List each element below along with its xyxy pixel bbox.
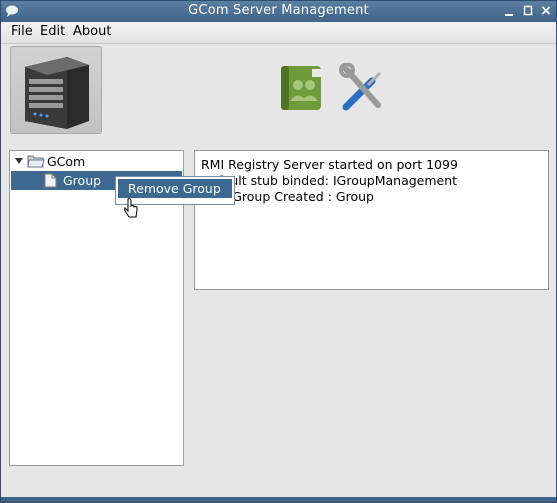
mouse-cursor-icon: [124, 198, 138, 218]
log-line: Default stub binded: IGroupManagement: [201, 173, 458, 188]
folder-open-icon: [27, 155, 45, 168]
title-bar[interactable]: GCom Server Management: [1, 1, 556, 22]
tree-expand-icon[interactable]: [14, 156, 24, 166]
menu-about[interactable]: About: [73, 24, 111, 39]
file-icon: [44, 173, 57, 188]
server-button[interactable]: [10, 46, 102, 134]
window-title: GCom Server Management: [188, 3, 369, 18]
log-output: RMI Registry Server started on port 1099…: [194, 150, 549, 290]
tree-item-label: Group: [63, 173, 102, 188]
group-management-button[interactable]: [278, 63, 328, 113]
tree-root-label[interactable]: GCom: [47, 154, 85, 169]
menu-edit[interactable]: Edit: [40, 24, 65, 39]
minimize-button[interactable]: [502, 3, 516, 19]
close-icon: [541, 6, 551, 15]
remove-group-menu-item[interactable]: Remove Group: [118, 179, 232, 198]
minimize-icon: [505, 14, 513, 16]
menu-file[interactable]: File: [11, 24, 33, 39]
server-tower-icon: [25, 57, 89, 129]
maximize-button[interactable]: [521, 3, 535, 19]
wrench-screwdriver-icon: [339, 62, 382, 111]
log-line: RMI Registry Server started on port 1099: [201, 157, 458, 172]
application-window: GCom Server Management File Edit About G…: [0, 0, 557, 503]
menu-bar: File Edit About: [1, 22, 556, 44]
maximize-icon: [523, 5, 533, 16]
close-button[interactable]: [539, 3, 553, 19]
settings-tools-button[interactable]: [338, 62, 388, 113]
group-book-icon: [281, 66, 323, 110]
status-bar: [1, 497, 556, 502]
